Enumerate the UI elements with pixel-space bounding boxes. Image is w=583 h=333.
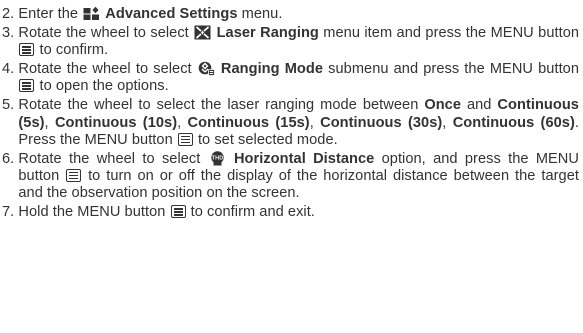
step-number: 2. bbox=[2, 6, 19, 22]
step-text: Rotate the wheel to select THD Horizonta… bbox=[18, 150, 579, 202]
step-number: 6. bbox=[2, 150, 19, 167]
step-7: 7. Hold the MENU button to confirm and e… bbox=[2, 204, 579, 221]
step-number: 4. bbox=[2, 61, 19, 78]
instruction-list: 2. Enter the Advanced Settings menu. 3. … bbox=[0, 0, 583, 333]
step-text: Hold the MENU button to confirm and exit… bbox=[18, 204, 315, 221]
menu-button-icon bbox=[66, 169, 82, 183]
step-text: Rotate the wheel to select Laser Ranging… bbox=[18, 24, 580, 59]
step-number: 3. bbox=[2, 24, 19, 41]
svg-text:THD: THD bbox=[211, 155, 223, 161]
menu-button-icon bbox=[19, 43, 35, 57]
step-text: Rotate the wheel to select the laser ran… bbox=[18, 97, 579, 148]
menu-button-icon bbox=[170, 205, 186, 219]
step-2: 2. Enter the Advanced Settings menu. bbox=[2, 6, 579, 23]
step-4: 4. Rotate the wheel to select Ranging Mo… bbox=[2, 61, 579, 96]
step-text: Enter the Advanced Settings menu. bbox=[18, 6, 283, 22]
advanced-settings-icon bbox=[83, 6, 100, 20]
ranging-mode-icon bbox=[198, 61, 215, 76]
step-number: 5. bbox=[2, 97, 19, 114]
laser-ranging-icon bbox=[194, 25, 211, 40]
step-text: Rotate the wheel to select Ranging Mode … bbox=[18, 61, 580, 95]
step-5: 5. Rotate the wheel to select the laser … bbox=[2, 97, 579, 149]
horizontal-distance-icon: THD bbox=[210, 151, 224, 166]
menu-button-icon bbox=[19, 79, 35, 93]
step-number: 7. bbox=[2, 204, 19, 221]
menu-button-icon bbox=[177, 132, 193, 146]
step-3: 3. Rotate the wheel to select Laser Rang… bbox=[2, 25, 579, 60]
step-6: 6. Rotate the wheel to select THD Horizo… bbox=[2, 151, 579, 203]
